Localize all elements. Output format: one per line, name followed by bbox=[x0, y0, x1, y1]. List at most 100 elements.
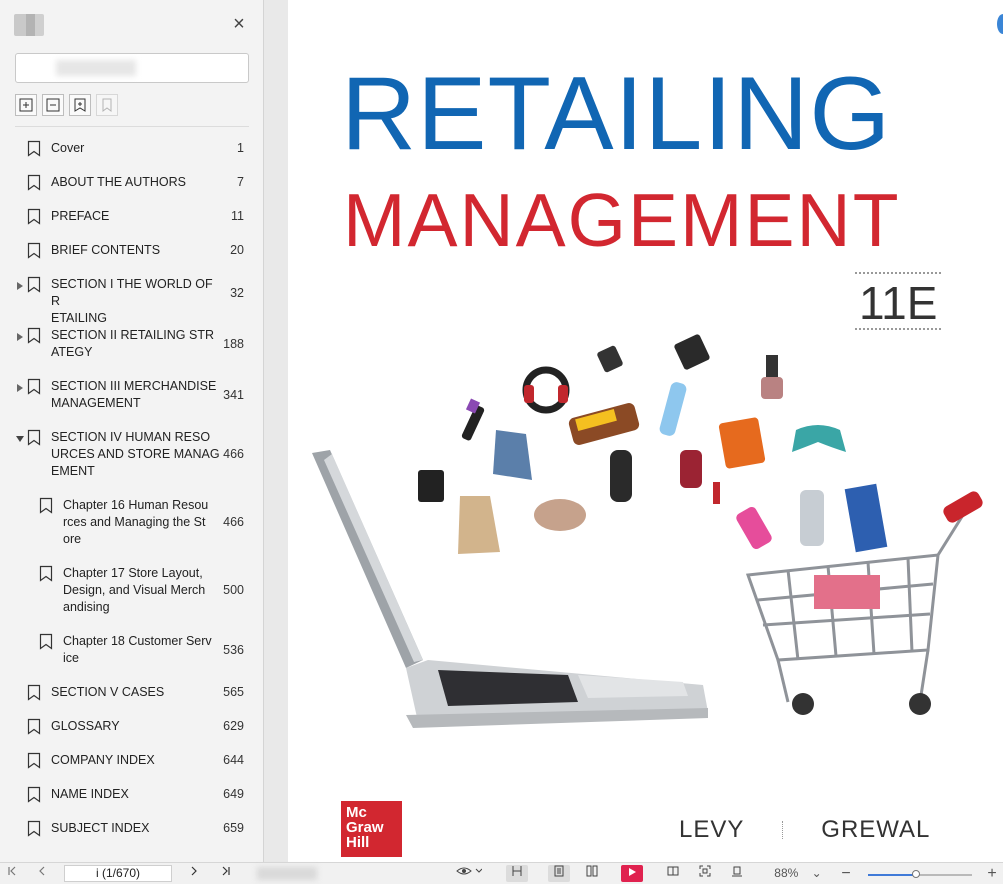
close-panel-button[interactable]: × bbox=[229, 14, 249, 34]
fit-page-icon bbox=[732, 866, 742, 877]
bookmark-icon bbox=[27, 429, 41, 446]
bookmark-page-number: 644 bbox=[223, 753, 244, 767]
bookmark-icon bbox=[27, 684, 41, 701]
first-page-icon bbox=[8, 866, 16, 876]
status-bar: i (1/670) 88% ⌄ − + bbox=[0, 862, 1003, 884]
bookmark-item[interactable]: SECTION I THE WORLD OF R ETAILING 32 bbox=[0, 267, 263, 325]
bookmark-label: Chapter 16 Human Resou rces and Managing … bbox=[63, 498, 209, 546]
add-bookmark-icon bbox=[74, 98, 86, 112]
publisher-logo: Mc Graw Hill bbox=[341, 801, 402, 857]
bookmark-page-number: 32 bbox=[230, 285, 244, 300]
collapse-all-icon bbox=[46, 98, 60, 112]
bookmark-item[interactable]: Cover 1 bbox=[0, 131, 263, 165]
expand-all-button[interactable] bbox=[15, 94, 37, 116]
edition-label: 11E bbox=[855, 272, 942, 330]
zoom-slider[interactable] bbox=[868, 870, 972, 878]
expand-all-icon bbox=[19, 98, 33, 112]
chevron-right-icon bbox=[191, 866, 197, 876]
add-bookmark-button[interactable] bbox=[69, 94, 91, 116]
bookmark-icon bbox=[27, 786, 41, 803]
bookmark-label: Cover bbox=[51, 141, 85, 155]
delete-bookmark-button[interactable] bbox=[96, 94, 118, 116]
redacted-text bbox=[257, 867, 317, 880]
bookmark-icon bbox=[27, 752, 41, 769]
bookmark-page-number: 7 bbox=[237, 175, 244, 189]
fit-width-button[interactable] bbox=[506, 865, 528, 882]
cart-wheel bbox=[909, 693, 931, 715]
bookmark-icon bbox=[27, 378, 41, 395]
zoom-dropdown[interactable]: 88% ⌄ bbox=[770, 865, 826, 882]
zoom-in-button[interactable]: + bbox=[984, 865, 1000, 882]
product-icons bbox=[418, 334, 888, 554]
book-icon bbox=[667, 866, 679, 876]
bookmark-item[interactable]: COMPANY INDEX 644 bbox=[0, 743, 263, 777]
bookmark-label: GLOSSARY bbox=[51, 719, 120, 733]
two-page-icon bbox=[586, 865, 598, 877]
bookmark-icon bbox=[27, 242, 41, 259]
caret-right-icon[interactable] bbox=[16, 381, 24, 392]
bookmark-label: ABOUT THE AUTHORS bbox=[51, 175, 186, 189]
bookmark-icon bbox=[27, 208, 41, 225]
bookmark-icon bbox=[27, 174, 41, 191]
chevron-left-icon bbox=[39, 866, 45, 876]
bookmark-page-number: 659 bbox=[223, 821, 244, 835]
divider bbox=[15, 126, 249, 127]
view-mode-dropdown[interactable] bbox=[452, 865, 486, 882]
book-title-line1: RETAILING bbox=[341, 56, 892, 172]
zoom-out-button[interactable]: − bbox=[838, 865, 854, 882]
bookmark-search-box[interactable] bbox=[15, 53, 249, 83]
bookmark-label: COMPANY INDEX bbox=[51, 753, 155, 767]
zoom-slider-handle[interactable] bbox=[911, 870, 920, 878]
caret-down-icon[interactable] bbox=[16, 432, 24, 442]
collapse-all-button[interactable] bbox=[42, 94, 64, 116]
bookmark-icon bbox=[27, 327, 41, 344]
bookmark-item[interactable]: Chapter 17 Store Layout, Design, and Visu… bbox=[0, 556, 263, 624]
bookmark-page-number: 536 bbox=[223, 642, 244, 657]
bookmark-item[interactable]: Chapter 18 Customer Serv ice 536 bbox=[0, 624, 263, 675]
bookmark-item[interactable]: SECTION V CASES 565 bbox=[0, 675, 263, 709]
last-page-button[interactable] bbox=[218, 865, 234, 882]
two-page-button[interactable] bbox=[581, 865, 603, 882]
next-page-button[interactable] bbox=[186, 865, 202, 882]
bookmark-page-number: 341 bbox=[223, 387, 244, 402]
fullscreen-button[interactable] bbox=[694, 865, 716, 882]
bookmark-item[interactable]: Chapter 16 Human Resou rces and Managing … bbox=[0, 488, 263, 556]
bookmark-label: SECTION II RETAILING STR ATEGY bbox=[51, 328, 214, 359]
bookmark-item[interactable]: BRIEF CONTENTS 20 bbox=[0, 233, 263, 267]
fit-width-icon bbox=[512, 866, 522, 876]
bookmark-label: SUBJECT INDEX bbox=[51, 821, 150, 835]
bookmark-item[interactable]: PREFACE 11 bbox=[0, 199, 263, 233]
bookmark-item[interactable]: SUBJECT INDEX 659 bbox=[0, 811, 263, 845]
chevron-down-icon: ⌄ bbox=[811, 866, 822, 880]
bookmark-item[interactable]: SECTION IV HUMAN RESO URCES AND STORE MAN… bbox=[0, 420, 263, 488]
bookmark-label: SECTION IV HUMAN RESO URCES AND STORE MAN… bbox=[51, 430, 220, 478]
bookmark-page-number: 11 bbox=[231, 209, 244, 223]
bookmark-icon bbox=[27, 276, 41, 293]
page-number-input[interactable]: i (1/670) bbox=[64, 865, 172, 882]
bookmark-page-number: 565 bbox=[223, 685, 244, 699]
bookmark-icon bbox=[39, 565, 53, 582]
bookmark-item[interactable]: SECTION II RETAILING STR ATEGY 188 bbox=[0, 318, 263, 369]
bookmark-page-number: 649 bbox=[223, 787, 244, 801]
slideshow-button[interactable] bbox=[621, 865, 643, 882]
previous-page-button[interactable] bbox=[34, 865, 50, 882]
bookmark-item[interactable]: GLOSSARY 629 bbox=[0, 709, 263, 743]
caret-right-icon[interactable] bbox=[16, 330, 24, 341]
app-logo-icon bbox=[14, 14, 44, 36]
book-title-line2: MANAGEMENT bbox=[343, 178, 901, 262]
cart-wheel bbox=[792, 693, 814, 715]
reading-mode-button[interactable] bbox=[662, 865, 684, 882]
bookmark-icon bbox=[27, 140, 41, 157]
bookmark-page-number: 188 bbox=[223, 336, 244, 351]
bookmark-icon bbox=[102, 98, 112, 112]
first-page-button[interactable] bbox=[4, 865, 20, 882]
bookmark-item[interactable]: SECTION III MERCHANDISE MANAGEMENT 341 bbox=[0, 369, 263, 420]
caret-right-icon[interactable] bbox=[16, 279, 24, 290]
single-page-button[interactable] bbox=[548, 865, 570, 882]
bookmark-item[interactable]: ABOUT THE AUTHORS 7 bbox=[0, 165, 263, 199]
bookmark-item[interactable]: NAME INDEX 649 bbox=[0, 777, 263, 811]
cover-illustration bbox=[312, 334, 983, 728]
bookmark-icon bbox=[39, 633, 53, 650]
bookmark-label: NAME INDEX bbox=[51, 787, 129, 801]
fit-page-button[interactable] bbox=[726, 865, 748, 882]
